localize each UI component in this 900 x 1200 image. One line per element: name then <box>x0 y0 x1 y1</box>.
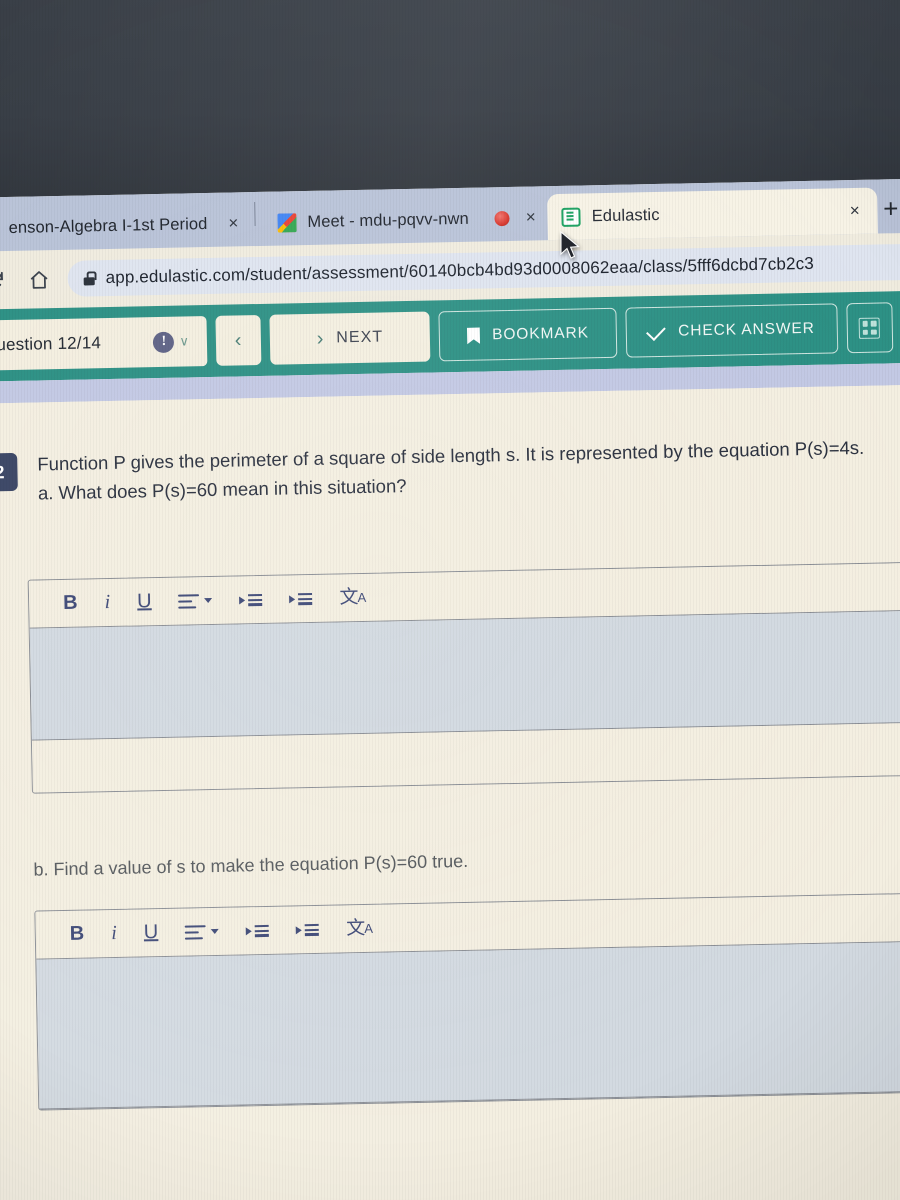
lock-icon <box>84 271 95 285</box>
align-icon[interactable] <box>185 919 220 946</box>
translate-sub: A <box>357 590 366 606</box>
browser-tab-algebra[interactable]: enson-Algebra I-1st Period × <box>0 200 251 251</box>
check-icon <box>646 320 667 341</box>
recording-indicator-group[interactable]: × <box>480 194 548 241</box>
meet-icon <box>277 212 297 233</box>
bold-icon[interactable]: B <box>63 591 78 617</box>
bookmark-button[interactable]: BOOKMARK <box>438 307 618 362</box>
bookmark-icon <box>467 327 480 344</box>
answer-editor-a: B i U 文A <box>27 562 900 794</box>
browser-window: enson-Algebra I-1st Period × Meet - mdu-… <box>0 177 900 1200</box>
answer-editor-b: B i U 文A <box>34 893 900 1111</box>
underline-icon[interactable]: U <box>144 920 159 946</box>
url-text: app.edulastic.com/student/assessment/601… <box>105 253 815 288</box>
italic-icon[interactable]: i <box>111 921 117 947</box>
tab-divider <box>253 202 256 227</box>
home-icon[interactable] <box>23 264 54 295</box>
tab-title: enson-Algebra I-1st Period <box>8 214 208 237</box>
indent-increase-icon[interactable] <box>296 917 320 943</box>
tab-title: Edulastic <box>591 205 660 225</box>
assessment-content: 12 Function P gives the perimeter of a s… <box>0 383 900 1200</box>
close-icon[interactable]: × <box>228 213 238 233</box>
question-number-badge: 12 <box>0 452 18 492</box>
translate-icon[interactable]: 文A <box>346 916 372 943</box>
indent-decrease-icon[interactable] <box>246 918 270 944</box>
question-header-row: 12 Function P gives the perimeter of a s… <box>0 432 900 509</box>
answer-input-a[interactable] <box>29 611 900 741</box>
italic-icon[interactable]: i <box>104 590 110 616</box>
underline-icon[interactable]: U <box>137 589 152 615</box>
edulastic-icon <box>561 207 581 227</box>
url-bar[interactable]: app.edulastic.com/student/assessment/601… <box>67 243 900 297</box>
chevron-right-icon: › <box>316 327 325 350</box>
question-prompt: Function P gives the perimeter of a squa… <box>37 434 871 508</box>
question-counter-chip[interactable]: Question 12/14 ! ∨ <box>0 316 208 371</box>
translate-icon[interactable]: 文A <box>339 585 365 612</box>
indent-decrease-icon[interactable] <box>239 587 263 613</box>
chevron-left-icon: ‹ <box>234 328 243 351</box>
close-icon[interactable]: × <box>526 207 536 227</box>
browser-tab-meet[interactable]: Meet - mdu-pqvv-nwn <box>263 196 481 246</box>
photographed-screen: enson-Algebra I-1st Period × Meet - mdu-… <box>0 0 900 1200</box>
translate-glyph: 文 <box>339 587 358 609</box>
info-icon: ! <box>153 331 175 353</box>
question-grid-button[interactable] <box>846 302 893 354</box>
previous-question-button[interactable]: ‹ <box>215 314 262 366</box>
mouse-cursor <box>560 231 580 259</box>
tab-title: Meet - mdu-pqvv-nwn <box>307 209 469 231</box>
bookmark-label: BOOKMARK <box>491 324 590 344</box>
close-icon[interactable]: × <box>850 201 860 221</box>
part-a-label: (a) <box>0 515 900 555</box>
browser-tab-edulastic[interactable]: Edulastic × <box>547 187 879 241</box>
new-tab-button[interactable]: + <box>883 193 899 223</box>
reload-icon[interactable] <box>0 265 10 296</box>
answer-input-b[interactable] <box>36 942 900 1110</box>
next-label: NEXT <box>336 328 384 347</box>
translate-glyph: 文 <box>346 918 365 940</box>
translate-sub: A <box>364 921 373 937</box>
check-answer-label: CHECK ANSWER <box>678 319 815 340</box>
chevron-down-icon: ∨ <box>179 333 190 349</box>
next-question-button[interactable]: › NEXT <box>269 311 431 365</box>
indent-increase-icon[interactable] <box>289 586 313 612</box>
record-dot-icon <box>494 210 510 226</box>
grid-icon <box>858 317 881 339</box>
align-icon[interactable] <box>178 588 213 615</box>
check-answer-button[interactable]: CHECK ANSWER <box>625 303 839 358</box>
question-counter-label: Question 12/14 <box>0 333 102 355</box>
bold-icon[interactable]: B <box>70 921 85 947</box>
question-info-group[interactable]: ! ∨ <box>153 331 189 353</box>
